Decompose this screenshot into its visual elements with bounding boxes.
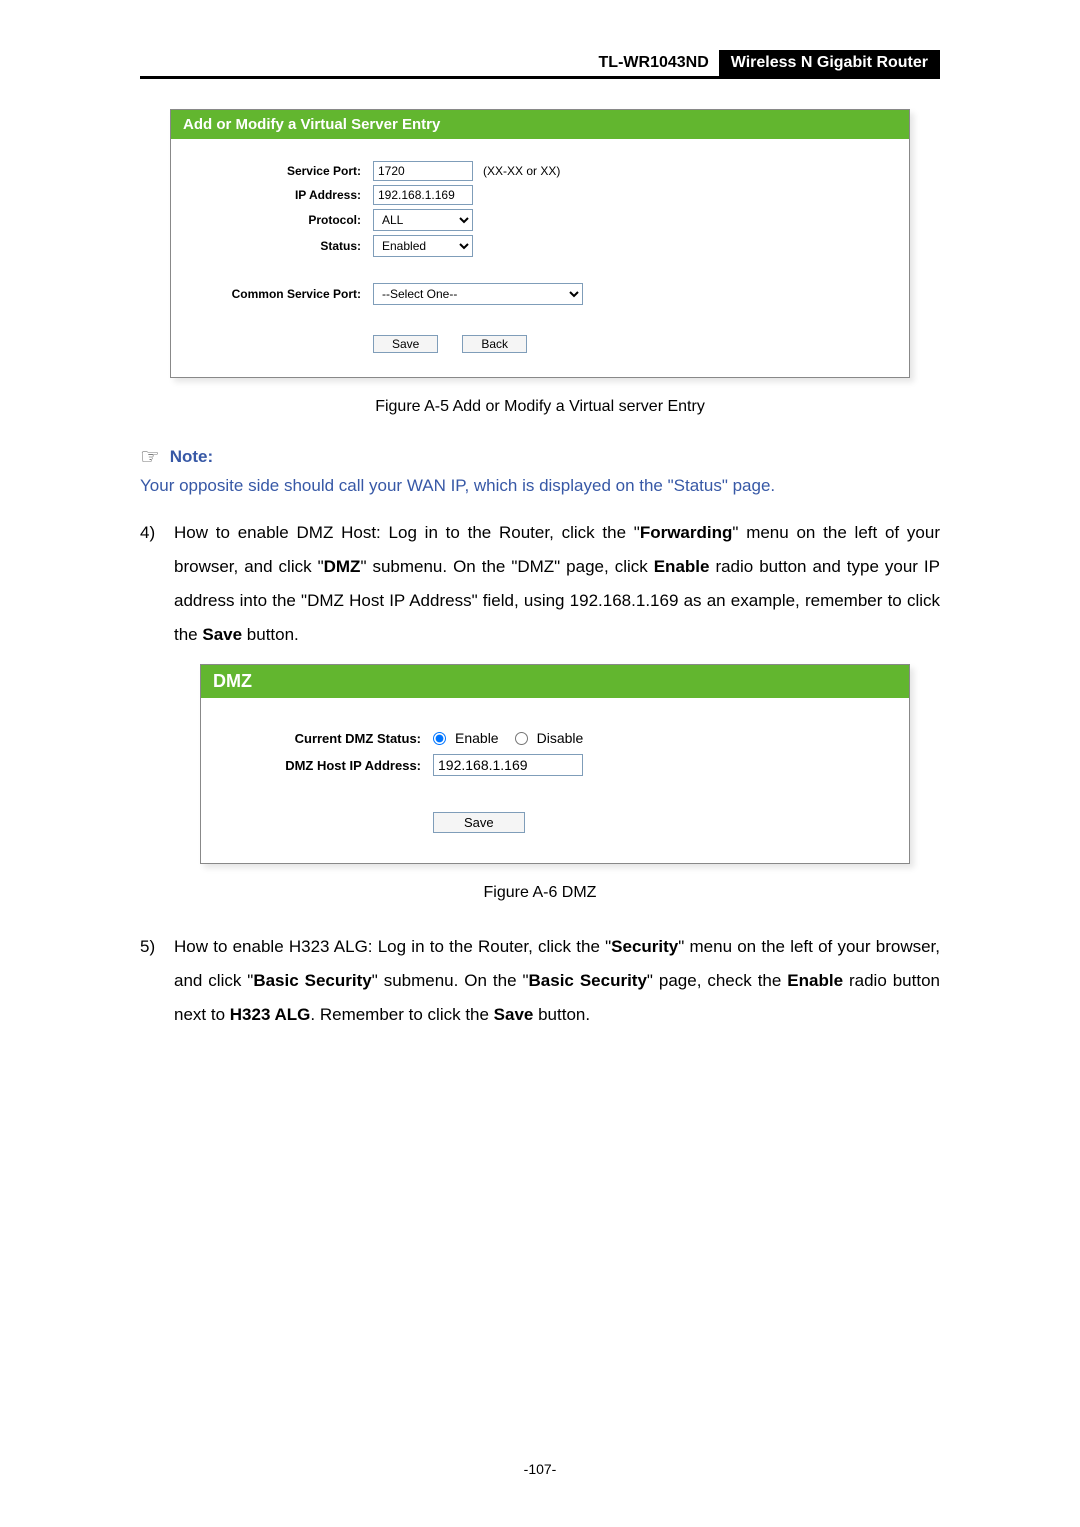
- note-text: Your opposite side should call your WAN …: [140, 476, 940, 496]
- dmz-status-group: Enable Disable: [433, 730, 583, 746]
- figure-caption-a6: Figure A-6 DMZ: [140, 884, 940, 902]
- dmz-panel-title: DMZ: [201, 665, 909, 698]
- protocol-label: Protocol:: [191, 213, 373, 227]
- list-item-5: 5) How to enable H323 ALG: Log in to the…: [140, 930, 940, 1032]
- protocol-row: Protocol: ALL: [191, 209, 889, 231]
- page: TL-WR1043ND Wireless N Gigabit Router Ad…: [0, 0, 1080, 1527]
- dmz-enable-label: Enable: [455, 730, 499, 746]
- figure-caption-a5: Figure A-5 Add or Modify a Virtual serve…: [140, 398, 940, 416]
- doc-header: TL-WR1043ND Wireless N Gigabit Router: [140, 50, 940, 79]
- common-port-select[interactable]: --Select One--: [373, 283, 583, 305]
- back-button[interactable]: Back: [462, 335, 527, 353]
- note-row: ☞ Note:: [140, 444, 940, 470]
- protocol-select[interactable]: ALL: [373, 209, 473, 231]
- ip-row: IP Address:: [191, 185, 889, 205]
- ip-label: IP Address:: [191, 188, 373, 202]
- dmz-status-label: Current DMZ Status:: [221, 731, 433, 746]
- note-label: Note:: [170, 447, 213, 467]
- service-port-row: Service Port: (XX-XX or XX): [191, 161, 889, 181]
- dmz-disable-label: Disable: [537, 730, 584, 746]
- dmz-host-row: DMZ Host IP Address:: [221, 754, 889, 776]
- dmz-button-row: Save: [221, 812, 889, 833]
- product-label: Wireless N Gigabit Router: [719, 50, 940, 76]
- list-item-4: 4) How to enable DMZ Host: Log in to the…: [140, 516, 940, 652]
- panel-body: Service Port: (XX-XX or XX) IP Address: …: [171, 139, 909, 377]
- service-port-input[interactable]: [373, 161, 473, 181]
- dmz-disable-radio[interactable]: [515, 732, 528, 745]
- dmz-panel-body: Current DMZ Status: Enable Disable DMZ H…: [201, 698, 909, 863]
- status-label: Status:: [191, 239, 373, 253]
- list-body: How to enable H323 ALG: Log in to the Ro…: [174, 930, 940, 1032]
- dmz-save-button[interactable]: Save: [433, 812, 525, 833]
- status-row: Status: Enabled: [191, 235, 889, 257]
- list-number: 5): [140, 930, 174, 1032]
- model-label: TL-WR1043ND: [589, 50, 719, 76]
- virtual-server-panel: Add or Modify a Virtual Server Entry Ser…: [170, 109, 910, 378]
- save-button[interactable]: Save: [373, 335, 438, 353]
- panel-title: Add or Modify a Virtual Server Entry: [171, 110, 909, 139]
- status-select[interactable]: Enabled: [373, 235, 473, 257]
- dmz-host-label: DMZ Host IP Address:: [221, 758, 433, 773]
- ip-input[interactable]: [373, 185, 473, 205]
- dmz-enable-radio[interactable]: [433, 732, 446, 745]
- service-port-label: Service Port:: [191, 164, 373, 178]
- common-port-row: Common Service Port: --Select One--: [191, 283, 889, 305]
- hand-point-icon: ☞: [140, 444, 160, 470]
- button-row: Save Back: [191, 335, 889, 353]
- common-port-label: Common Service Port:: [191, 287, 373, 301]
- list-number: 4): [140, 516, 174, 652]
- list-body: How to enable DMZ Host: Log in to the Ro…: [174, 516, 940, 652]
- service-port-hint: (XX-XX or XX): [483, 164, 560, 178]
- page-number: -107-: [0, 1461, 1080, 1477]
- dmz-panel: DMZ Current DMZ Status: Enable Disable D…: [200, 664, 910, 864]
- dmz-status-row: Current DMZ Status: Enable Disable: [221, 730, 889, 746]
- dmz-host-input[interactable]: [433, 754, 583, 776]
